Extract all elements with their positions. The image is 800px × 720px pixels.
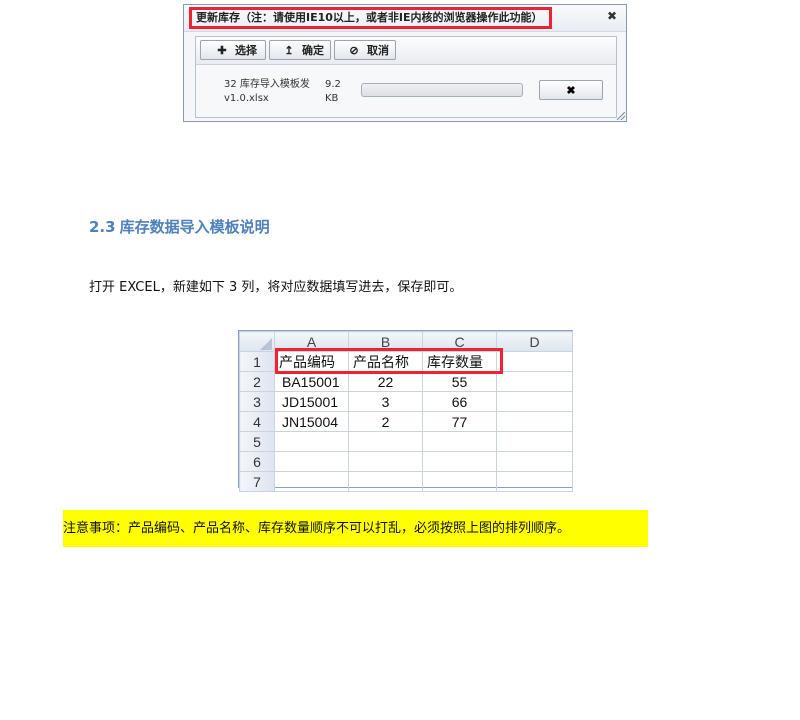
cancel-button[interactable]: ⊘ 取消: [334, 40, 396, 60]
table-row: 6: [239, 451, 573, 472]
plus-icon: ✚: [217, 45, 227, 57]
instruction-text: 打开 EXCEL，新建如下 3 列，将对应数据填写进去，保存即可。: [89, 280, 463, 295]
table-cell[interactable]: JD15001: [274, 391, 349, 412]
upload-progress-bar: [361, 83, 523, 97]
upload-file-row: 32 库存导入模板发v1.0.xlsx 9.2 KB ✖: [196, 65, 616, 115]
table-cell[interactable]: 77: [422, 411, 497, 432]
column-header-c[interactable]: C: [422, 331, 497, 352]
row-header[interactable]: 4: [239, 411, 275, 432]
update-inventory-dialog: 更新库存（注：请使用IE10以上，或者非IE内核的浏览器操作此功能） ✖ ✚ 选择…: [183, 4, 627, 122]
table-row: 1 产品编码 产品名称 库存数量: [239, 351, 573, 372]
table-cell[interactable]: 2: [348, 411, 423, 432]
column-header-b[interactable]: B: [348, 331, 423, 352]
table-cell[interactable]: BA15001: [274, 371, 349, 392]
table-cell[interactable]: [274, 471, 349, 492]
spreadsheet-grid: A B C D 1 产品编码 产品名称 库存数量 2 BA15001 22 55: [239, 331, 573, 492]
table-row: 3 JD15001 3 66: [239, 391, 573, 412]
table-cell[interactable]: [496, 351, 573, 372]
cancel-icon: ⊘: [349, 45, 359, 57]
table-cell[interactable]: [274, 431, 349, 452]
table-cell[interactable]: [496, 411, 573, 432]
cell-product-name-header[interactable]: 产品名称: [348, 351, 423, 372]
select-all-icon: [260, 337, 272, 350]
confirm-button-label: 确定: [302, 45, 324, 57]
close-icon: ✖: [566, 85, 576, 97]
table-cell[interactable]: [348, 451, 423, 472]
select-all-corner[interactable]: [239, 331, 275, 352]
section-heading: 2.3 库存数据导入模板说明: [89, 216, 270, 237]
row-header[interactable]: 3: [239, 391, 275, 412]
row-header[interactable]: 5: [239, 431, 275, 452]
table-cell[interactable]: [348, 471, 423, 492]
table-cell[interactable]: JN15004: [274, 411, 349, 432]
section-title: 库存数据导入模板说明: [119, 218, 270, 236]
upload-icon: ↥: [284, 45, 294, 57]
note-banner: 注意事项：产品编码、产品名称、库存数量顺序不可以打乱，必须按照上图的排列顺序。: [63, 510, 648, 547]
section-number: 2.3: [89, 218, 116, 236]
dialog-title: 更新库存（注：请使用IE10以上，或者非IE内核的浏览器操作此功能）: [189, 7, 552, 29]
column-header-row: A B C D: [239, 331, 573, 352]
cell-product-code-header[interactable]: 产品编码: [274, 351, 349, 372]
table-cell[interactable]: [496, 371, 573, 392]
resize-grip-icon[interactable]: [617, 112, 625, 120]
upload-panel: ✚ 选择 ↥ 确定 ⊘ 取消 32 库存导入模板发v1.0.xlsx 9.2 KB ✖: [195, 36, 617, 118]
select-button[interactable]: ✚ 选择: [200, 40, 266, 60]
table-cell[interactable]: [348, 431, 423, 452]
table-cell[interactable]: [422, 451, 497, 472]
spreadsheet-example: A B C D 1 产品编码 产品名称 库存数量 2 BA15001 22 55: [238, 330, 573, 492]
table-row: 7: [239, 471, 573, 492]
table-cell[interactable]: [496, 431, 573, 452]
table-cell[interactable]: 66: [422, 391, 497, 412]
close-icon[interactable]: ✖: [605, 8, 619, 24]
table-row: 2 BA15001 22 55: [239, 371, 573, 392]
cancel-button-label: 取消: [367, 45, 389, 57]
table-cell[interactable]: 3: [348, 391, 423, 412]
cell-stock-quantity-header[interactable]: 库存数量: [422, 351, 497, 372]
select-button-label: 选择: [235, 45, 257, 57]
row-header[interactable]: 1: [239, 351, 275, 372]
file-name: 32 库存导入模板发v1.0.xlsx: [224, 79, 310, 104]
table-cell[interactable]: 22: [348, 371, 423, 392]
column-header-d[interactable]: D: [496, 331, 573, 352]
row-header[interactable]: 2: [239, 371, 275, 392]
table-cell[interactable]: [422, 471, 497, 492]
table-row: 4 JN15004 2 77: [239, 411, 573, 432]
confirm-button[interactable]: ↥ 确定: [269, 40, 331, 60]
row-header[interactable]: 6: [239, 451, 275, 472]
remove-file-button[interactable]: ✖: [539, 80, 603, 100]
table-cell[interactable]: 55: [422, 371, 497, 392]
row-header[interactable]: 7: [239, 471, 275, 492]
table-cell[interactable]: [496, 451, 573, 472]
table-cell[interactable]: [496, 391, 573, 412]
dialog-titlebar: 更新库存（注：请使用IE10以上，或者非IE内核的浏览器操作此功能） ✖: [184, 5, 626, 32]
table-cell[interactable]: [422, 431, 497, 452]
upload-toolbar: ✚ 选择 ↥ 确定 ⊘ 取消: [196, 37, 616, 65]
column-header-a[interactable]: A: [274, 331, 349, 352]
table-cell[interactable]: [274, 451, 349, 472]
table-cell[interactable]: [496, 471, 573, 492]
table-row: 5: [239, 431, 573, 452]
file-size: 9.2 KB: [325, 79, 341, 104]
